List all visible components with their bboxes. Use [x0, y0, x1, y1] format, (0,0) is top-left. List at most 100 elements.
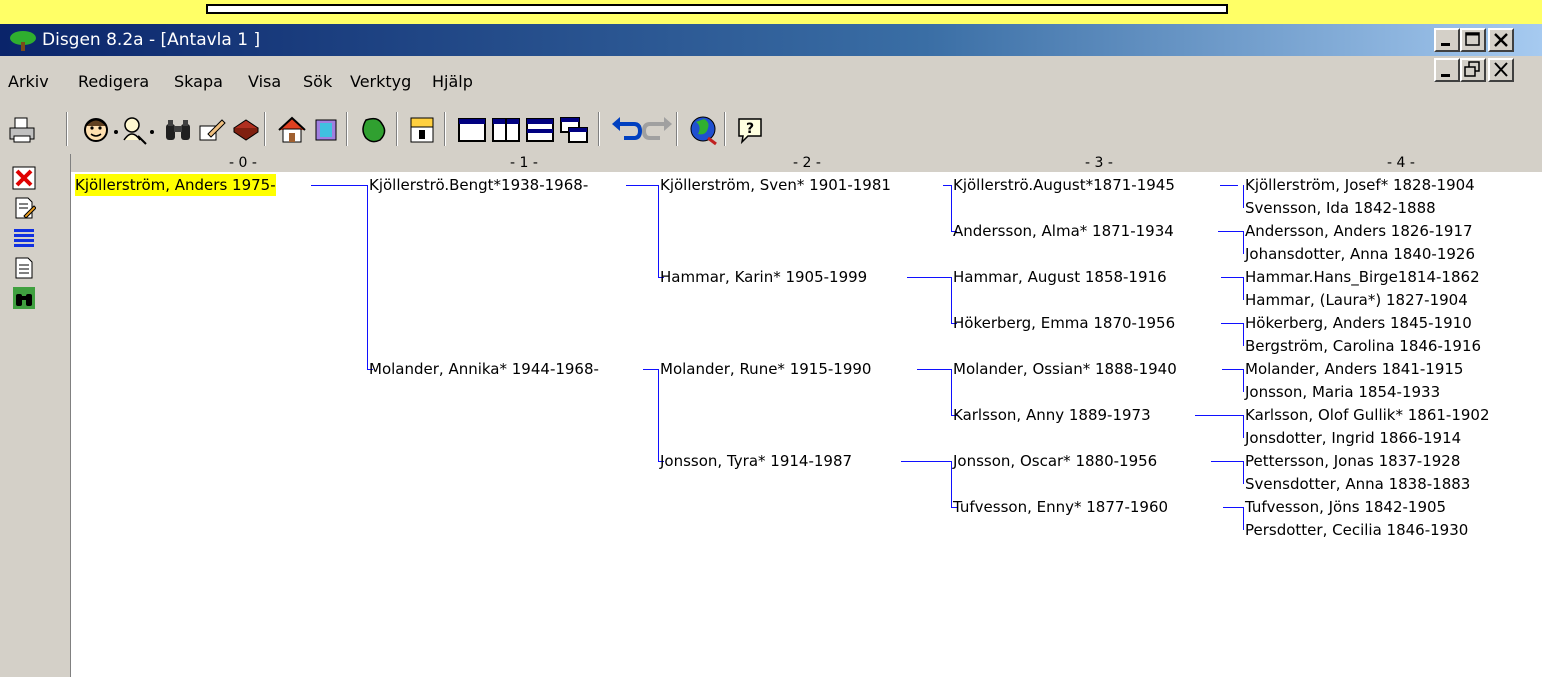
maximize-button[interactable] — [1460, 28, 1486, 52]
document-icon[interactable] — [12, 256, 36, 280]
single-pane-icon[interactable] — [456, 114, 488, 146]
person-gen3[interactable]: Tufvesson, Enny* 1877-1960 — [953, 496, 1168, 518]
connector-line — [907, 277, 951, 278]
delete-icon[interactable] — [12, 166, 36, 190]
mdi-minimize-button[interactable] — [1434, 58, 1460, 82]
left-toolbar — [0, 154, 71, 677]
menu-verktyg[interactable]: Verktyg — [350, 72, 411, 92]
close-icon — [1494, 33, 1508, 47]
connector-line — [1243, 323, 1244, 346]
person-paternal-grandmother[interactable]: Hammar, Karin* 1905-1999 — [660, 266, 867, 288]
person-gen4[interactable]: Karlsson, Olof Gullik* 1861-1902 — [1245, 404, 1490, 426]
person-face-icon[interactable] — [80, 114, 112, 146]
person-gen4[interactable]: Jonsdotter, Ingrid 1866-1914 — [1245, 427, 1461, 449]
desktop-strip — [0, 0, 1542, 24]
redo-icon[interactable] — [642, 114, 674, 146]
person-gen4[interactable]: Johansdotter, Anna 1840-1926 — [1245, 243, 1475, 265]
cascade-windows-icon[interactable] — [558, 114, 590, 146]
connector-line — [1243, 507, 1244, 530]
person-gen3[interactable]: Molander, Ossian* 1888-1940 — [953, 358, 1177, 380]
connector-line — [1220, 185, 1238, 186]
close-button[interactable] — [1488, 28, 1514, 52]
person-gen4[interactable]: Molander, Anders 1841-1915 — [1245, 358, 1463, 380]
person-mother[interactable]: Molander, Annika* 1944-1968- — [369, 358, 599, 380]
connector-line — [1222, 369, 1243, 370]
menu-skapa[interactable]: Skapa — [174, 72, 223, 92]
connector-line — [951, 461, 952, 507]
person-gen4[interactable]: Pettersson, Jonas 1837-1928 — [1245, 450, 1460, 472]
menu-visa[interactable]: Visa — [248, 72, 281, 92]
list-lines-icon[interactable] — [12, 226, 36, 250]
toolbar-separator — [66, 112, 68, 146]
connector-line — [1243, 231, 1244, 254]
person-proband[interactable]: Kjöllerström, Anders 1975- — [75, 174, 276, 196]
person-gen3[interactable]: Karlsson, Anny 1889-1973 — [953, 404, 1151, 426]
person-gen4[interactable]: Jonsson, Maria 1854-1933 — [1245, 381, 1440, 403]
person-gen4[interactable]: Persdotter, Cecilia 1846-1930 — [1245, 519, 1468, 541]
generation-2-label: - 2 - — [793, 155, 821, 171]
split-horizontal-icon[interactable] — [524, 114, 556, 146]
mdi-restore-button[interactable] — [1460, 58, 1486, 82]
toolbar-separator — [264, 112, 266, 146]
connector-line — [311, 185, 367, 186]
person-gen4[interactable]: Hammar.Hans_Birge1814-1862 — [1245, 266, 1480, 288]
menu-bar: Arkiv Redigera Skapa Visa Sök Verktyg Hj… — [0, 56, 1542, 104]
person-gen3[interactable]: Hammar, August 1858-1916 — [953, 266, 1167, 288]
connector-line — [1211, 461, 1243, 462]
generation-3-label: - 3 - — [1085, 155, 1113, 171]
connector-line — [658, 369, 659, 461]
connector-line — [951, 369, 952, 415]
minimize-icon — [1441, 74, 1450, 77]
menu-redigera[interactable]: Redigera — [78, 72, 149, 92]
edit-document-icon[interactable] — [12, 196, 36, 220]
menu-sok[interactable]: Sök — [303, 72, 332, 92]
person-gen3[interactable]: Kjöllerströ.August*1871-1945 — [953, 174, 1175, 196]
calendar-icon[interactable] — [406, 114, 438, 146]
connector-line — [1243, 461, 1244, 484]
person-gen3[interactable]: Andersson, Alma* 1871-1934 — [953, 220, 1174, 242]
connector-line — [1218, 231, 1243, 232]
person-gen4[interactable]: Tufvesson, Jöns 1842-1905 — [1245, 496, 1446, 518]
connector-line — [1223, 507, 1243, 508]
book-icon[interactable] — [230, 114, 262, 146]
toolbar-separator — [396, 112, 398, 146]
menu-arkiv[interactable]: Arkiv — [8, 72, 49, 92]
person-gen4[interactable]: Hammar, (Laura*) 1827-1904 — [1245, 289, 1468, 311]
connector-line — [367, 185, 368, 369]
person-maternal-grandmother[interactable]: Jonsson, Tyra* 1914-1987 — [660, 450, 852, 472]
binoculars-icon[interactable] — [162, 114, 194, 146]
map-icon[interactable] — [358, 114, 390, 146]
person-gen4[interactable]: Kjöllerström, Josef* 1828-1904 — [1245, 174, 1475, 196]
notebook-icon[interactable] — [310, 114, 342, 146]
split-vertical-icon[interactable] — [490, 114, 522, 146]
undo-icon[interactable] — [610, 114, 642, 146]
window-title: Disgen 8.2a - [Antavla 1 ] — [42, 30, 261, 50]
search-binoculars-icon[interactable] — [12, 286, 36, 310]
globe-icon[interactable] — [688, 114, 720, 146]
app-window: Disgen 8.2a - [Antavla 1 ] Arkiv Rediger… — [0, 24, 1542, 677]
home-icon[interactable] — [276, 114, 308, 146]
person-gen4[interactable]: Svensson, Ida 1842-1888 — [1245, 197, 1436, 219]
connector-line — [658, 185, 659, 277]
title-bar[interactable]: Disgen 8.2a - [Antavla 1 ] — [0, 24, 1542, 56]
person-maternal-grandfather[interactable]: Molander, Rune* 1915-1990 — [660, 358, 871, 380]
person-gen4[interactable]: Svensdotter, Anna 1838-1883 — [1245, 473, 1470, 495]
person-gen4[interactable]: Hökerberg, Anders 1845-1910 — [1245, 312, 1472, 334]
tree-app-icon — [10, 31, 36, 51]
connector-line — [1243, 369, 1244, 392]
person-gen3[interactable]: Jonsson, Oscar* 1880-1956 — [953, 450, 1157, 472]
minimize-button[interactable] — [1434, 28, 1460, 52]
person-gen4[interactable]: Bergström, Carolina 1846-1916 — [1245, 335, 1481, 357]
help-icon[interactable]: ? — [734, 114, 766, 146]
edit-hand-icon[interactable] — [196, 114, 228, 146]
menu-hjalp[interactable]: Hjälp — [432, 72, 473, 92]
person-gen4[interactable]: Andersson, Anders 1826-1917 — [1245, 220, 1473, 242]
person-father[interactable]: Kjöllerströ.Bengt*1938-1968- — [369, 174, 588, 196]
connector-line — [1243, 277, 1244, 300]
print-icon[interactable] — [6, 114, 38, 146]
person-paternal-grandfather[interactable]: Kjöllerström, Sven* 1901-1981 — [660, 174, 891, 196]
mdi-close-button[interactable] — [1488, 58, 1514, 82]
restore-icon — [1464, 61, 1480, 77]
person-gen3[interactable]: Hökerberg, Emma 1870-1956 — [953, 312, 1175, 334]
minimize-icon — [1441, 43, 1450, 46]
